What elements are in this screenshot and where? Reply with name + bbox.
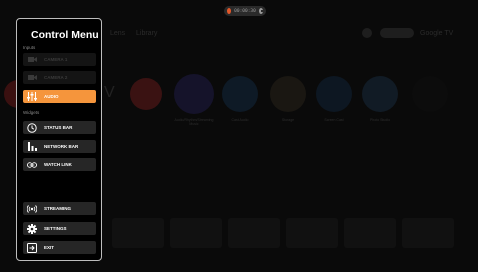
bg-app-label: Storage (281, 118, 295, 122)
menu-item-status-bar[interactable]: STATUS BAR (23, 121, 96, 134)
bg-top-right-label: Google TV (420, 30, 454, 37)
bg-card (344, 218, 396, 248)
menu-item-settings[interactable]: SETTINGS (23, 222, 96, 235)
stop-icon[interactable] (258, 8, 263, 14)
bar-chart-icon (27, 142, 37, 152)
menu-item-audio[interactable]: AUDIO (23, 90, 96, 103)
bg-app-icon (174, 74, 214, 114)
bg-app-icon (222, 76, 258, 112)
bg-card (286, 218, 338, 248)
menu-item-label: CAMERA 1 (44, 57, 68, 62)
widgets-section-header: Widgets (23, 110, 40, 115)
bg-app-icon (316, 76, 352, 112)
bg-avatar (362, 28, 372, 38)
bg-app-label: Cast Audio (231, 118, 249, 122)
gear-icon (27, 223, 37, 234)
menu-item-camera-2[interactable]: CAMERA 2 (23, 71, 96, 84)
bg-app-label: Photo Studio (369, 118, 391, 122)
menu-item-label: AUDIO (44, 94, 59, 99)
menu-item-streaming[interactable]: STREAMING (23, 202, 96, 215)
bg-app-icon (130, 78, 162, 110)
camera-icon (27, 55, 37, 65)
camera-icon (27, 73, 37, 83)
bg-card (170, 218, 222, 248)
menu-item-network-bar[interactable]: NETWORK BAR (23, 140, 96, 153)
bg-tab-lens: Lens (110, 30, 126, 37)
menu-item-label: STATUS BAR (44, 125, 73, 130)
bg-card (228, 218, 280, 248)
control-menu-panel: Control Menu Inputs CAMERA 1 CAMERA 2 AU… (16, 18, 102, 261)
bg-app-label: Screen Cast (324, 118, 344, 122)
menu-title: Control Menu (31, 29, 99, 41)
menu-item-label: STREAMING (44, 206, 71, 211)
clock-icon (27, 122, 37, 133)
bg-app-label: Audio/Rhythm/Streaming Music (174, 118, 214, 126)
bg-card (402, 218, 454, 248)
bg-card (112, 218, 164, 248)
menu-item-exit[interactable]: EXIT (23, 241, 96, 254)
menu-item-label: EXIT (44, 245, 55, 250)
audio-sliders-icon (27, 92, 37, 102)
menu-item-watch-link[interactable]: WATCH LINK (23, 158, 96, 171)
bg-app-icon (362, 76, 398, 112)
menu-item-label: WATCH LINK (44, 162, 72, 167)
inputs-section-header: Inputs (23, 45, 36, 50)
bg-app-icon (270, 76, 306, 112)
bg-app-icon (412, 76, 448, 112)
record-dot-icon (227, 8, 232, 14)
bg-tab-library: Library (136, 30, 158, 37)
exit-icon (27, 242, 37, 253)
bg-pill (380, 28, 414, 38)
recording-indicator[interactable]: 00:00:30 (224, 6, 266, 16)
menu-item-camera-1[interactable]: CAMERA 1 (23, 53, 96, 66)
recording-time: 00:00:30 (234, 8, 256, 14)
menu-item-label: CAMERA 2 (44, 75, 68, 80)
menu-item-label: SETTINGS (44, 226, 67, 231)
broadcast-icon (27, 204, 37, 214)
link-icon (27, 160, 37, 170)
bg-app-letter: V (104, 84, 115, 101)
menu-item-label: NETWORK BAR (44, 144, 79, 149)
